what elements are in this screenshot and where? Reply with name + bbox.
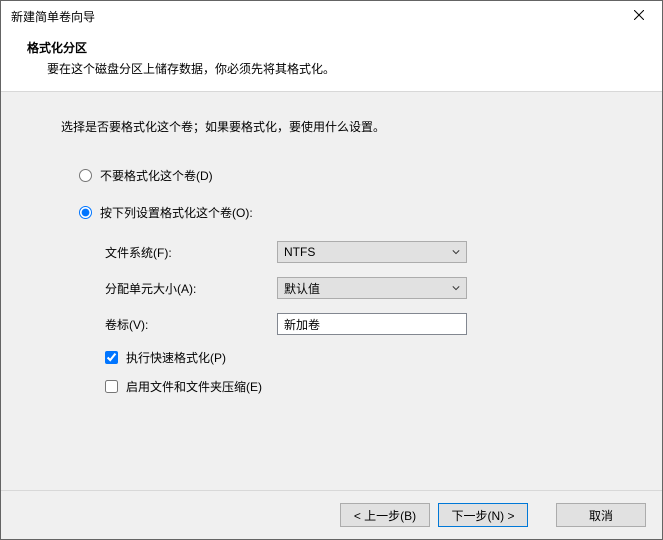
radio-format-input[interactable] <box>79 206 92 219</box>
chevron-down-icon <box>452 281 460 295</box>
format-settings: 文件系统(F): NTFS 分配单元大小(A): 默认值 <box>79 241 662 395</box>
allocation-value: 默认值 <box>284 280 320 297</box>
radio-no-format-label: 不要格式化这个卷(D) <box>100 167 213 184</box>
cancel-button[interactable]: 取消 <box>556 503 646 527</box>
window-title: 新建简单卷向导 <box>11 8 95 25</box>
volume-label-input[interactable] <box>277 313 467 335</box>
next-button[interactable]: 下一步(N) > <box>438 503 528 527</box>
format-radio-group: 不要格式化这个卷(D) 按下列设置格式化这个卷(O): 文件系统(F): NTF… <box>61 167 662 395</box>
filesystem-label: 文件系统(F): <box>105 244 277 261</box>
allocation-row: 分配单元大小(A): 默认值 <box>105 277 662 299</box>
quick-format-checkbox[interactable]: 执行快速格式化(P) <box>105 349 662 366</box>
filesystem-select[interactable]: NTFS <box>277 241 467 263</box>
wizard-window: 新建简单卷向导 格式化分区 要在这个磁盘分区上储存数据，你必须先将其格式化。 选… <box>0 0 663 540</box>
volume-label-label: 卷标(V): <box>105 316 277 333</box>
compression-input[interactable] <box>105 380 118 393</box>
wizard-footer: < 上一步(B) 下一步(N) > 取消 <box>1 490 662 539</box>
quick-format-label: 执行快速格式化(P) <box>126 349 226 366</box>
radio-format[interactable]: 按下列设置格式化这个卷(O): <box>79 204 662 221</box>
filesystem-value: NTFS <box>284 245 315 259</box>
titlebar: 新建简单卷向导 <box>1 1 662 31</box>
allocation-select[interactable]: 默认值 <box>277 277 467 299</box>
close-button[interactable] <box>616 1 662 31</box>
volume-label-row: 卷标(V): <box>105 313 662 335</box>
close-icon <box>634 9 644 23</box>
wizard-body: 选择是否要格式化这个卷；如果要格式化，要使用什么设置。 不要格式化这个卷(D) … <box>1 91 662 490</box>
quick-format-input[interactable] <box>105 351 118 364</box>
radio-no-format-input[interactable] <box>79 169 92 182</box>
chevron-down-icon <box>452 245 460 259</box>
page-title: 格式化分区 <box>21 39 642 56</box>
instruction-text: 选择是否要格式化这个卷；如果要格式化，要使用什么设置。 <box>61 118 662 135</box>
allocation-label: 分配单元大小(A): <box>105 280 277 297</box>
radio-format-label: 按下列设置格式化这个卷(O): <box>100 204 253 221</box>
compression-label: 启用文件和文件夹压缩(E) <box>126 378 262 395</box>
filesystem-row: 文件系统(F): NTFS <box>105 241 662 263</box>
radio-no-format[interactable]: 不要格式化这个卷(D) <box>79 167 662 184</box>
page-description: 要在这个磁盘分区上储存数据，你必须先将其格式化。 <box>21 56 642 77</box>
back-button[interactable]: < 上一步(B) <box>340 503 430 527</box>
wizard-header: 格式化分区 要在这个磁盘分区上储存数据，你必须先将其格式化。 <box>1 31 662 91</box>
compression-checkbox[interactable]: 启用文件和文件夹压缩(E) <box>105 378 662 395</box>
